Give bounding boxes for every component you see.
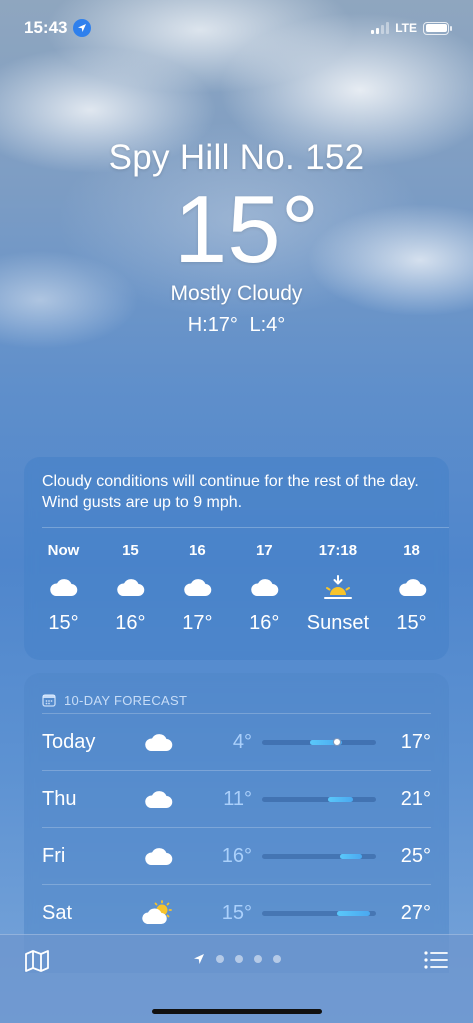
calendar-icon	[42, 694, 56, 707]
forecast-day: Fri	[42, 844, 66, 867]
location-arrow-icon	[73, 19, 92, 37]
temperature-range-bar	[262, 853, 376, 859]
forecast-high: 21°	[400, 787, 431, 810]
hour-temperature: 16°	[115, 612, 146, 634]
signal-strength-icon	[371, 22, 390, 34]
hour-item: Now 15°	[30, 542, 97, 635]
bottom-toolbar	[0, 934, 473, 1023]
hourly-forecast-card[interactable]: Cloudy conditions will continue for the …	[24, 457, 449, 660]
forecast-low: 16°	[221, 844, 252, 867]
high-low-temperature: H:17° L:4°	[187, 314, 286, 336]
forecast-day: Today	[42, 730, 96, 753]
temperature-range-fill	[328, 796, 354, 802]
temperature-range-bar	[262, 910, 376, 916]
hour-temperature: Sunset	[306, 612, 370, 634]
hour-temperature: 15°	[396, 612, 427, 634]
forecast-low: 4°	[232, 730, 252, 753]
location-name: Spy Hill No. 152	[108, 138, 365, 177]
page-dot	[234, 955, 243, 963]
page-dot	[272, 955, 281, 963]
hour-item: 18 15°	[378, 542, 445, 635]
forecast-day: Sat	[42, 901, 73, 924]
partly-sunny-icon	[134, 900, 182, 926]
forecast-row-thu[interactable]: Thu 11° 21°	[42, 770, 431, 827]
forecast-low: 15°	[221, 901, 252, 924]
cloud-icon	[397, 568, 427, 606]
cloud-icon	[134, 789, 182, 809]
cloud-icon	[249, 568, 279, 606]
hour-label: 16	[189, 542, 206, 559]
cloud-icon	[134, 846, 182, 866]
hour-label: 15	[122, 542, 139, 559]
battery-icon	[423, 21, 452, 35]
hour-temperature: 17°	[182, 612, 213, 634]
hour-label: 17:18	[318, 542, 358, 559]
page-dot	[253, 955, 262, 963]
hour-label: Now	[47, 542, 80, 559]
current-location-page-icon	[193, 954, 204, 964]
hour-item: 17 16°	[231, 542, 298, 635]
temperature-range-fill	[339, 853, 363, 859]
temperature-range-fill	[337, 910, 371, 916]
hour-item-sunset: 17:18 Sunset	[298, 542, 378, 635]
hour-item: 16 17°	[164, 542, 231, 635]
hour-label: 18	[403, 542, 420, 559]
forecast-row-fri[interactable]: Fri 16° 25°	[42, 827, 431, 884]
page-dot	[215, 955, 224, 963]
sunset-icon	[322, 568, 354, 606]
status-indicators: LTE	[371, 21, 452, 35]
current-temperature-marker	[333, 738, 342, 746]
forecast-high: 17°	[400, 730, 431, 753]
hour-temperature: 15°	[48, 612, 79, 634]
status-time-group: 15:43	[24, 18, 92, 38]
hour-label: 17	[255, 542, 273, 559]
temperature-range-bar	[262, 796, 376, 802]
hour-temperature: 16°	[249, 612, 280, 634]
network-type: LTE	[395, 21, 417, 35]
cloud-icon	[48, 568, 78, 606]
cloud-icon	[134, 732, 182, 752]
forecast-header-label: 10-DAY FORECAST	[64, 692, 188, 708]
current-temperature: 15°	[173, 176, 320, 283]
current-condition: Mostly Cloudy	[170, 282, 303, 305]
forecast-low: 11°	[223, 787, 252, 810]
status-time: 15:43	[24, 18, 68, 37]
hour-item: 15 16°	[97, 542, 164, 635]
status-bar: 15:43 LTE	[0, 0, 473, 56]
cloud-icon	[115, 568, 145, 606]
forecast-high: 27°	[400, 901, 431, 924]
home-indicator	[152, 1009, 322, 1014]
temperature-range-bar	[262, 738, 376, 746]
forecast-header: 10-DAY FORECAST	[24, 673, 449, 713]
forecast-row-today[interactable]: Today 4° 17°	[42, 713, 431, 770]
ten-day-forecast-card[interactable]: 10-DAY FORECAST Today 4° 17° Thu 11° 21°…	[24, 673, 449, 973]
hourly-summary: Cloudy conditions will continue for the …	[42, 473, 419, 511]
current-weather: Spy Hill No. 152 15° Mostly Cloudy H:17°…	[0, 138, 473, 337]
list-icon	[424, 951, 448, 969]
forecast-day: Thu	[42, 787, 77, 810]
page-indicator[interactable]	[0, 953, 473, 965]
location-list-button[interactable]	[423, 949, 449, 976]
cloud-icon	[182, 568, 212, 606]
forecast-high: 25°	[400, 844, 431, 867]
forecast-row-sat[interactable]: Sat 15° 27°	[42, 884, 431, 941]
hourly-list[interactable]: Now 15° 15 16° 16 17° 17 16° 17:18 Sunse…	[24, 528, 449, 635]
